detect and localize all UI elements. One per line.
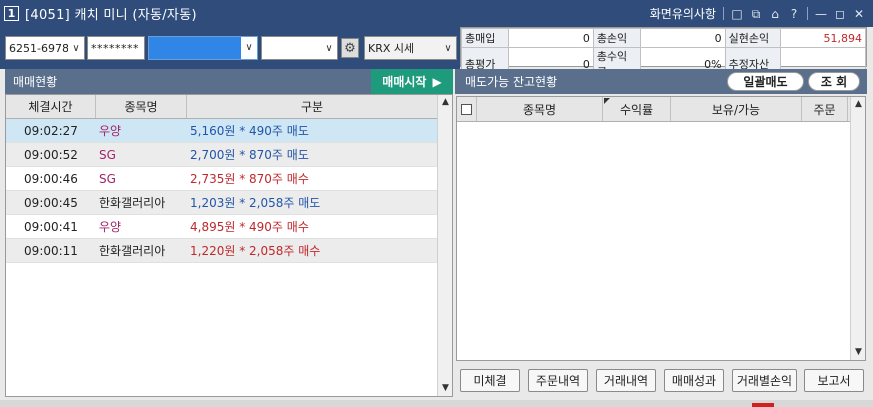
right-scrollbar[interactable]: ▲ ▼ bbox=[850, 97, 865, 360]
realized-pnl-value: 51,894 bbox=[779, 28, 867, 48]
row-name: SG bbox=[99, 147, 116, 162]
account-value: 6251-6978 bbox=[9, 41, 68, 55]
account-select[interactable]: 6251-6978 ∨ bbox=[5, 36, 85, 60]
condition-select[interactable]: ∨ bbox=[148, 36, 258, 60]
row-time: 09:02:27 bbox=[24, 123, 78, 138]
chevron-down-icon: ∨ bbox=[72, 42, 80, 54]
market-select[interactable]: KRX 시세 ∨ bbox=[364, 36, 457, 60]
start-trading-label: 매매시작 bbox=[382, 75, 427, 89]
minimize-icon[interactable]: — bbox=[815, 8, 827, 20]
row-time: 09:00:11 bbox=[24, 243, 78, 258]
table-row[interactable]: 09:00:46 SG 2,735원 * 870주 매수 bbox=[6, 167, 452, 191]
scroll-up-icon[interactable]: ▲ bbox=[438, 95, 453, 110]
window-number-badge: 1 bbox=[4, 6, 19, 21]
table-row[interactable]: 09:00:11 한화갤러리아 1,220원 * 2,058주 매수 bbox=[6, 239, 452, 263]
trade-performance-button[interactable]: 매매성과 bbox=[664, 369, 724, 392]
unfilled-button[interactable]: 미체결 bbox=[460, 369, 520, 392]
window-icon-2[interactable]: ⧉ bbox=[750, 8, 762, 20]
maximize-icon[interactable]: ◻ bbox=[834, 8, 846, 20]
row-name: 우양 bbox=[99, 220, 122, 234]
bulk-sell-button[interactable]: 일괄매도 bbox=[727, 72, 804, 91]
column-header-time[interactable]: 체결시간 bbox=[6, 95, 96, 118]
start-trading-button[interactable]: 매매시작 ▶ bbox=[371, 69, 453, 94]
row-desc: 2,735원 * 870주 매수 bbox=[190, 172, 309, 186]
divider bbox=[723, 7, 724, 20]
row-name: 한화갤러리아 bbox=[99, 244, 166, 258]
sellable-balance-title: 매도가능 잔고현황 bbox=[465, 75, 558, 89]
table-header: 종목명 수익률 보유/가능 주문 bbox=[457, 97, 865, 122]
window-title: [4051] 캐치 미니 (자동/자동) bbox=[25, 8, 197, 23]
sellable-balance-table: 종목명 수익률 보유/가능 주문 ▲ ▼ bbox=[456, 96, 866, 361]
chevron-down-icon: ∨ bbox=[325, 42, 333, 54]
row-time: 09:00:41 bbox=[24, 219, 78, 234]
summary-value: 0 bbox=[639, 28, 726, 48]
title-bar: 1 [4051] 캐치 미니 (자동/자동) 화면유의사항 □ ⧉ ⌂ ? — … bbox=[0, 0, 873, 27]
summary-label: 실현손익 bbox=[724, 28, 781, 48]
table-row[interactable]: 09:00:41 우양 4,895원 * 490주 매수 bbox=[6, 215, 452, 239]
gear-icon[interactable]: ⚙ bbox=[341, 38, 359, 58]
divider bbox=[807, 7, 808, 20]
column-header-type[interactable]: 구분 bbox=[187, 95, 438, 118]
left-scrollbar[interactable]: ▲ ▼ bbox=[437, 95, 452, 396]
scroll-down-icon[interactable]: ▼ bbox=[851, 345, 866, 360]
table-header: 체결시간 종목명 구분 bbox=[6, 95, 452, 119]
row-desc: 5,160원 * 490주 매도 bbox=[190, 124, 309, 138]
scroll-down-icon[interactable]: ▼ bbox=[438, 381, 453, 396]
option-select[interactable]: ∨ bbox=[261, 36, 338, 60]
order-history-button[interactable]: 주문내역 bbox=[528, 369, 588, 392]
pin-icon[interactable]: ⌂ bbox=[769, 8, 781, 20]
row-desc: 4,895원 * 490주 매수 bbox=[190, 220, 309, 234]
column-header-name[interactable]: 종목명 bbox=[477, 97, 603, 121]
select-all-checkbox[interactable] bbox=[457, 97, 477, 121]
row-desc: 2,700원 * 870주 매도 bbox=[190, 148, 309, 162]
row-name: SG bbox=[99, 171, 116, 186]
control-bar: 6251-6978 ∨ ******** ∨ ∨ ⚙ KRX 시세 ∨ bbox=[0, 27, 460, 69]
row-name: 한화갤러리아 bbox=[99, 196, 166, 210]
table-row[interactable]: 09:02:27 우양 5,160원 * 490주 매도 bbox=[6, 119, 452, 143]
row-time: 09:00:52 bbox=[24, 147, 78, 162]
trade-table: 체결시간 종목명 구분 09:02:27 우양 5,160원 * 490주 매도… bbox=[5, 94, 453, 397]
trade-history-button[interactable]: 거래내역 bbox=[596, 369, 656, 392]
column-header-order[interactable]: 주문 bbox=[802, 97, 848, 121]
summary-label: 총손익 bbox=[592, 28, 641, 48]
row-desc: 1,203원 * 2,058주 매도 bbox=[190, 196, 321, 210]
caution-link[interactable]: 화면유의사항 bbox=[650, 5, 716, 22]
trade-status-title: 매매현황 bbox=[13, 75, 58, 89]
column-header-name[interactable]: 종목명 bbox=[96, 95, 187, 118]
close-icon[interactable]: ✕ bbox=[853, 8, 865, 20]
checkbox-icon bbox=[461, 103, 472, 115]
row-desc: 1,220원 * 2,058주 매수 bbox=[190, 244, 321, 258]
column-header-return-label: 수익률 bbox=[619, 102, 654, 117]
password-field[interactable]: ******** bbox=[87, 36, 145, 60]
column-header-holding[interactable]: 보유/가능 bbox=[671, 97, 802, 121]
summary-value: 0 bbox=[507, 28, 594, 48]
play-icon: ▶ bbox=[432, 74, 442, 89]
account-summary: 총매입 0 총손익 0 실현손익 51,894 총평가 0 총수익률 0% 추정… bbox=[460, 27, 867, 81]
help-icon[interactable]: ? bbox=[788, 8, 800, 20]
sort-icon bbox=[604, 98, 610, 104]
chevron-down-icon: ∨ bbox=[241, 37, 257, 59]
sellable-balance-header: 매도가능 잔고현황 일괄매도 조 회 bbox=[455, 69, 867, 94]
password-value: ******** bbox=[91, 41, 139, 55]
status-marker bbox=[752, 403, 774, 407]
row-time: 09:00:45 bbox=[24, 195, 78, 210]
market-value: KRX 시세 bbox=[368, 42, 415, 55]
pnl-by-trade-button[interactable]: 거래별손익 bbox=[732, 369, 797, 392]
row-time: 09:00:46 bbox=[24, 171, 78, 186]
table-row[interactable]: 09:00:45 한화갤러리아 1,203원 * 2,058주 매도 bbox=[6, 191, 452, 215]
row-name: 우양 bbox=[99, 124, 122, 138]
summary-label: 총매입 bbox=[461, 28, 509, 48]
window-icon-1[interactable]: □ bbox=[731, 8, 743, 20]
trade-status-header: 매매현황 매매시작 ▶ bbox=[5, 69, 453, 94]
bottom-edge bbox=[0, 400, 873, 407]
inquiry-button[interactable]: 조 회 bbox=[808, 72, 860, 91]
chevron-down-icon: ∨ bbox=[444, 42, 452, 54]
column-header-return[interactable]: 수익률 bbox=[603, 97, 671, 121]
scroll-up-icon[interactable]: ▲ bbox=[851, 97, 866, 112]
window-controls: 화면유의사항 □ ⧉ ⌂ ? — ◻ ✕ bbox=[650, 0, 865, 27]
report-button[interactable]: 보고서 bbox=[804, 369, 864, 392]
table-row[interactable]: 09:00:52 SG 2,700원 * 870주 매도 bbox=[6, 143, 452, 167]
